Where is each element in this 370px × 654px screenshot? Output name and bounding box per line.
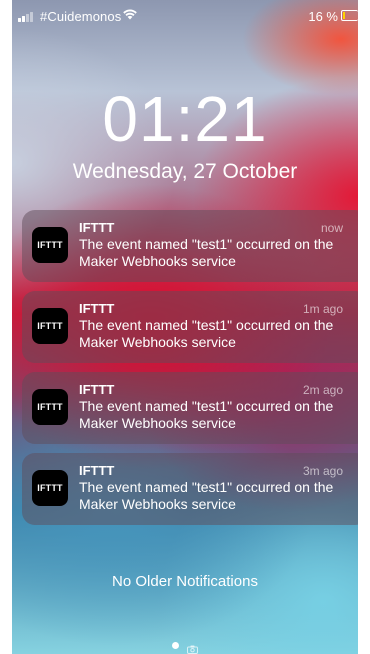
battery-fill [343,12,345,19]
carrier-name: #Cuidemonos [40,9,122,24]
notification-message: The event named "test1" occurred on the … [79,317,334,350]
notification-time: 3m ago [302,464,343,478]
ifttt-app-icon: IFTTT [32,389,68,425]
notification-card[interactable]: IFTTT IFTTT 3m ago The event named "test… [22,453,358,525]
notification-message: The event named "test1" occurred on the … [79,398,334,431]
notification-card[interactable]: IFTTT IFTTT 2m ago The event named "test… [22,372,358,444]
no-older-notifications-label: No Older Notifications [112,573,258,590]
battery-percent: 16 % [308,9,338,24]
notification-app-name: IFTTT [79,463,115,478]
ifttt-app-icon: IFTTT [32,470,68,506]
notification-app-name: IFTTT [79,301,115,316]
lock-screen: #Cuidemonos 16 % 01:21 Wednesday, 27 Oct… [12,0,358,654]
lock-screen-date: Wednesday, 27 October [72,160,298,183]
signal-icon [18,12,33,22]
notification-time: 2m ago [302,383,343,397]
wifi-icon [122,8,138,23]
notification-message: The event named "test1" occurred on the … [79,479,334,512]
camera-icon[interactable] [187,641,198,654]
ifttt-app-icon: IFTTT [32,227,68,263]
notification-app-name: IFTTT [79,382,115,397]
page-indicator [12,641,358,654]
lock-screen-time: 01:21 [102,83,268,155]
notification-app-name: IFTTT [79,220,115,235]
notification-message: The event named "test1" occurred on the … [79,236,334,269]
notification-time: now [320,221,343,235]
notification-time: 1m ago [302,302,343,316]
battery-icon [341,10,358,21]
notification-card[interactable]: IFTTT IFTTT 1m ago The event named "test… [22,291,358,363]
status-bar: #Cuidemonos 16 % [12,0,358,28]
notification-card[interactable]: IFTTT IFTTT now The event named "test1" … [22,210,358,282]
ifttt-app-icon: IFTTT [32,308,68,344]
page-dot-icon[interactable] [172,642,179,649]
